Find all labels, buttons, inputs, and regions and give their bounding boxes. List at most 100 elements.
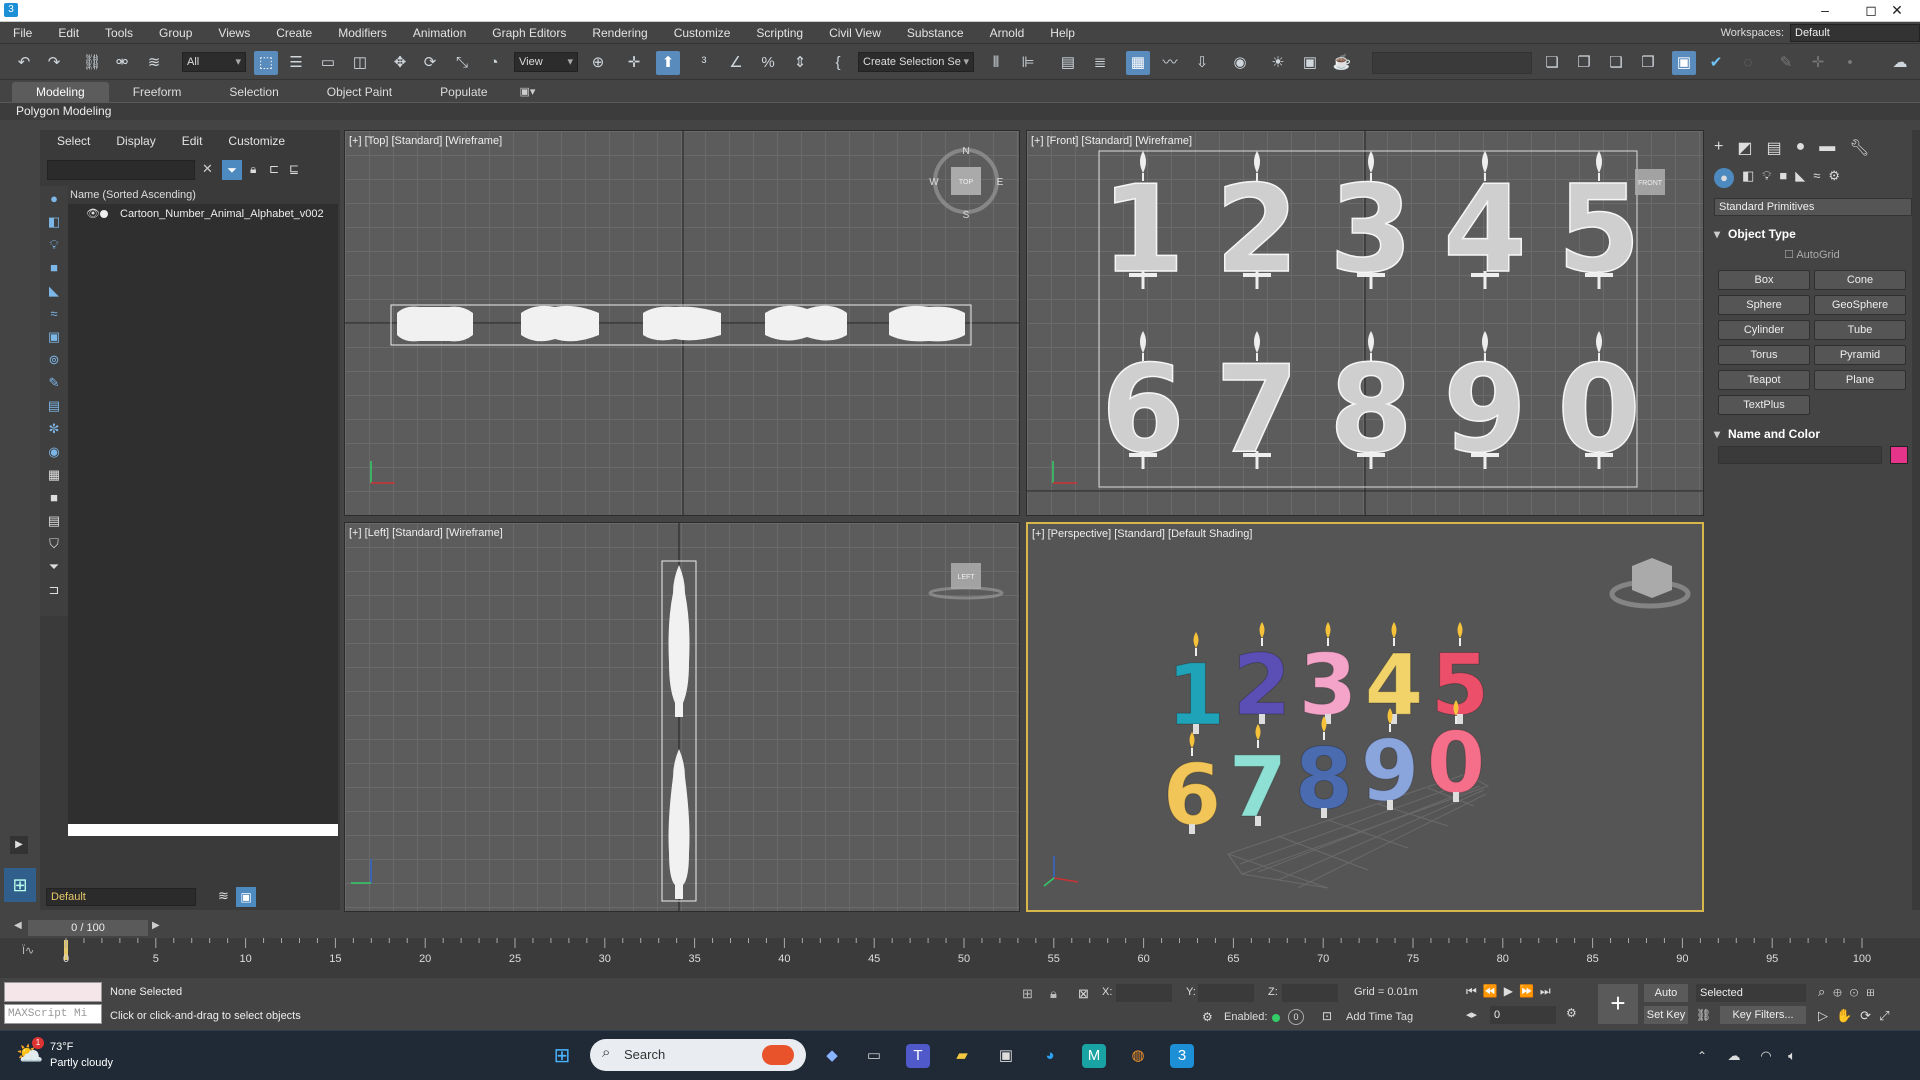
- geosphere-button[interactable]: GeoSphere: [1814, 295, 1906, 315]
- menu-create[interactable]: Create: [263, 22, 325, 44]
- curve-editor-icon[interactable]: 〰: [1158, 51, 1182, 75]
- torus-button[interactable]: Torus: [1718, 345, 1810, 365]
- explorer-menu-display[interactable]: Display: [99, 134, 164, 148]
- layer-select-icon[interactable]: ❑: [1604, 51, 1628, 75]
- check-icon[interactable]: ✔: [1704, 51, 1728, 75]
- render-setup-icon[interactable]: ☀: [1266, 51, 1290, 75]
- ribbon-options-icon[interactable]: ▣▾: [512, 82, 544, 102]
- bind-spacewarp-icon[interactable]: ≋: [142, 51, 166, 75]
- geometry-category-icon[interactable]: ●: [1714, 168, 1734, 188]
- menu-customize[interactable]: Customize: [661, 22, 744, 44]
- window-crossing-icon[interactable]: ◫: [348, 51, 372, 75]
- layer-icon[interactable]: ❏: [1540, 51, 1564, 75]
- display-none-icon[interactable]: ■: [43, 488, 65, 508]
- bone-filter-icon[interactable]: ✎: [43, 373, 65, 393]
- x-coord-field[interactable]: [1116, 984, 1172, 1002]
- pyramid-button[interactable]: Pyramid: [1814, 345, 1906, 365]
- angle-snap-icon[interactable]: ∠: [724, 51, 748, 75]
- ribbon-tab-populate[interactable]: Populate: [416, 82, 511, 102]
- tube-button[interactable]: Tube: [1814, 320, 1906, 340]
- viewport-left[interactable]: [+] [Left] [Standard] [Wireframe] LEFT: [344, 522, 1020, 912]
- add-time-tag-icon[interactable]: ⊡: [1322, 1009, 1332, 1023]
- key-mode-icon[interactable]: ◂▸: [1466, 1008, 1477, 1021]
- utilities-tab-icon[interactable]: 🔧︎: [1849, 138, 1869, 158]
- selection-filter-dropdown[interactable]: All: [182, 52, 246, 72]
- viewport-nav-bottom[interactable]: ▷✋⟳⤢: [1818, 1008, 1897, 1024]
- zero-badge[interactable]: 0: [1288, 1009, 1304, 1025]
- viewport-top[interactable]: [+] [Top] [Standard] [Wireframe] N S W E…: [344, 130, 1020, 516]
- container-filter-icon[interactable]: ▤: [43, 396, 65, 416]
- invert-display-icon[interactable]: ▤: [43, 511, 65, 531]
- eye-icon[interactable]: 👁︎: [86, 204, 100, 224]
- select-object-icon[interactable]: ⬚: [254, 51, 278, 75]
- visibility-filter-icon[interactable]: ◉: [43, 442, 65, 462]
- schematic-view-icon[interactable]: ⇩: [1190, 51, 1214, 75]
- playback-controls[interactable]: ⏮⏪▶⏩⏭: [1466, 984, 1557, 999]
- viewport-front[interactable]: [+] [Front] [Standard] [Wireframe] 12345…: [1026, 130, 1704, 516]
- helpers-category-icon[interactable]: ◣: [1795, 168, 1805, 188]
- edit-poly-icon[interactable]: ✎: [1774, 51, 1798, 75]
- explorer-scrollbar[interactable]: [68, 824, 338, 836]
- material-editor-icon[interactable]: ◉: [1228, 51, 1252, 75]
- hierarchy-tab-icon[interactable]: ▤: [1766, 138, 1781, 158]
- ribbon-tab-object-paint[interactable]: Object Paint: [303, 82, 416, 102]
- add-time-tag-label[interactable]: Add Time Tag: [1346, 1011, 1413, 1023]
- scale-icon[interactable]: ⤡: [450, 51, 474, 75]
- menu-group[interactable]: Group: [146, 22, 205, 44]
- teams-icon[interactable]: T: [906, 1044, 930, 1068]
- menu-edit[interactable]: Edit: [45, 22, 92, 44]
- maya-icon[interactable]: M: [1082, 1044, 1106, 1068]
- blender-icon[interactable]: ◍: [1126, 1044, 1150, 1068]
- group-filter-icon[interactable]: ▣: [43, 327, 65, 347]
- percent-snap-icon[interactable]: %: [756, 51, 780, 75]
- copilot-icon[interactable]: ◆: [820, 1044, 844, 1068]
- set-key-button[interactable]: Set Key: [1644, 1006, 1688, 1024]
- windows-start-icon[interactable]: ⊞: [550, 1044, 574, 1068]
- move-icon[interactable]: ✥: [388, 51, 412, 75]
- tray-overflow-icon[interactable]: ⌃: [1690, 1044, 1714, 1068]
- filter-options-icon[interactable]: ⛉: [43, 534, 65, 554]
- dot-icon[interactable]: •: [1838, 51, 1862, 75]
- lights-category-icon[interactable]: 💡︎: [1762, 168, 1771, 188]
- clear-search-icon[interactable]: ✕: [202, 161, 213, 177]
- render-icon[interactable]: ☕: [1330, 51, 1354, 75]
- rect-selection-icon[interactable]: ▭: [316, 51, 340, 75]
- enabled-indicator[interactable]: [1272, 1014, 1280, 1022]
- time-tag-icon[interactable]: ⚙: [1202, 1010, 1213, 1024]
- redo-icon[interactable]: ↷: [42, 51, 66, 75]
- filter-icon[interactable]: ⏷: [222, 160, 242, 180]
- menu-arnold[interactable]: Arnold: [977, 22, 1038, 44]
- link-icon[interactable]: ⛓: [80, 51, 104, 75]
- layer-sort-icon[interactable]: ⊑: [289, 162, 299, 176]
- prev-frame-icon[interactable]: ◀: [14, 920, 22, 931]
- z-coord-field[interactable]: [1282, 984, 1338, 1002]
- object-name-input[interactable]: [1718, 446, 1882, 464]
- ribbon-tab-freeform[interactable]: Freeform: [109, 82, 206, 102]
- reference-coord-dropdown[interactable]: View: [514, 52, 578, 72]
- layer-dropdown[interactable]: Default: [46, 888, 196, 906]
- textplus-button[interactable]: TextPlus: [1718, 395, 1810, 415]
- placement-icon[interactable]: ◔: [482, 51, 506, 75]
- ribbon-tab-modeling[interactable]: Modeling: [12, 82, 109, 102]
- explorer-search-input[interactable]: [47, 160, 195, 180]
- create-tab-icon[interactable]: +: [1714, 138, 1723, 158]
- light-filter-icon[interactable]: 💡︎: [43, 235, 65, 255]
- rotate-icon[interactable]: ⟳: [418, 51, 442, 75]
- object-type-rollout[interactable]: Object Type: [1714, 224, 1914, 244]
- 3dsmax-taskbar-icon[interactable]: 3: [1170, 1044, 1194, 1068]
- select-manipulate-icon[interactable]: ✛: [622, 51, 646, 75]
- cameras-category-icon[interactable]: ■: [1779, 168, 1787, 188]
- ribbon-tab-selection[interactable]: Selection: [205, 82, 302, 102]
- set-key-big-button[interactable]: +: [1598, 984, 1638, 1024]
- list-item[interactable]: 👁︎ Cartoon_Number_Animal_Alphabet_v002: [68, 204, 338, 224]
- file-explorer-icon[interactable]: ▰: [950, 1044, 974, 1068]
- spacewarps-category-icon[interactable]: ≈: [1813, 168, 1820, 188]
- explorer-menu-edit[interactable]: Edit: [165, 134, 212, 148]
- keyboard-shortcut-override-icon[interactable]: ⬆: [656, 51, 680, 75]
- edge-icon[interactable]: ◕: [1038, 1044, 1062, 1068]
- key-icon[interactable]: ⛓: [1696, 1008, 1711, 1022]
- close-button[interactable]: ✕: [1874, 0, 1920, 22]
- cloud-icon[interactable]: ☁: [1888, 51, 1912, 75]
- box-button[interactable]: Box: [1718, 270, 1810, 290]
- viewport-nav-top[interactable]: ⌕⊕⊙⊞: [1818, 984, 1883, 1000]
